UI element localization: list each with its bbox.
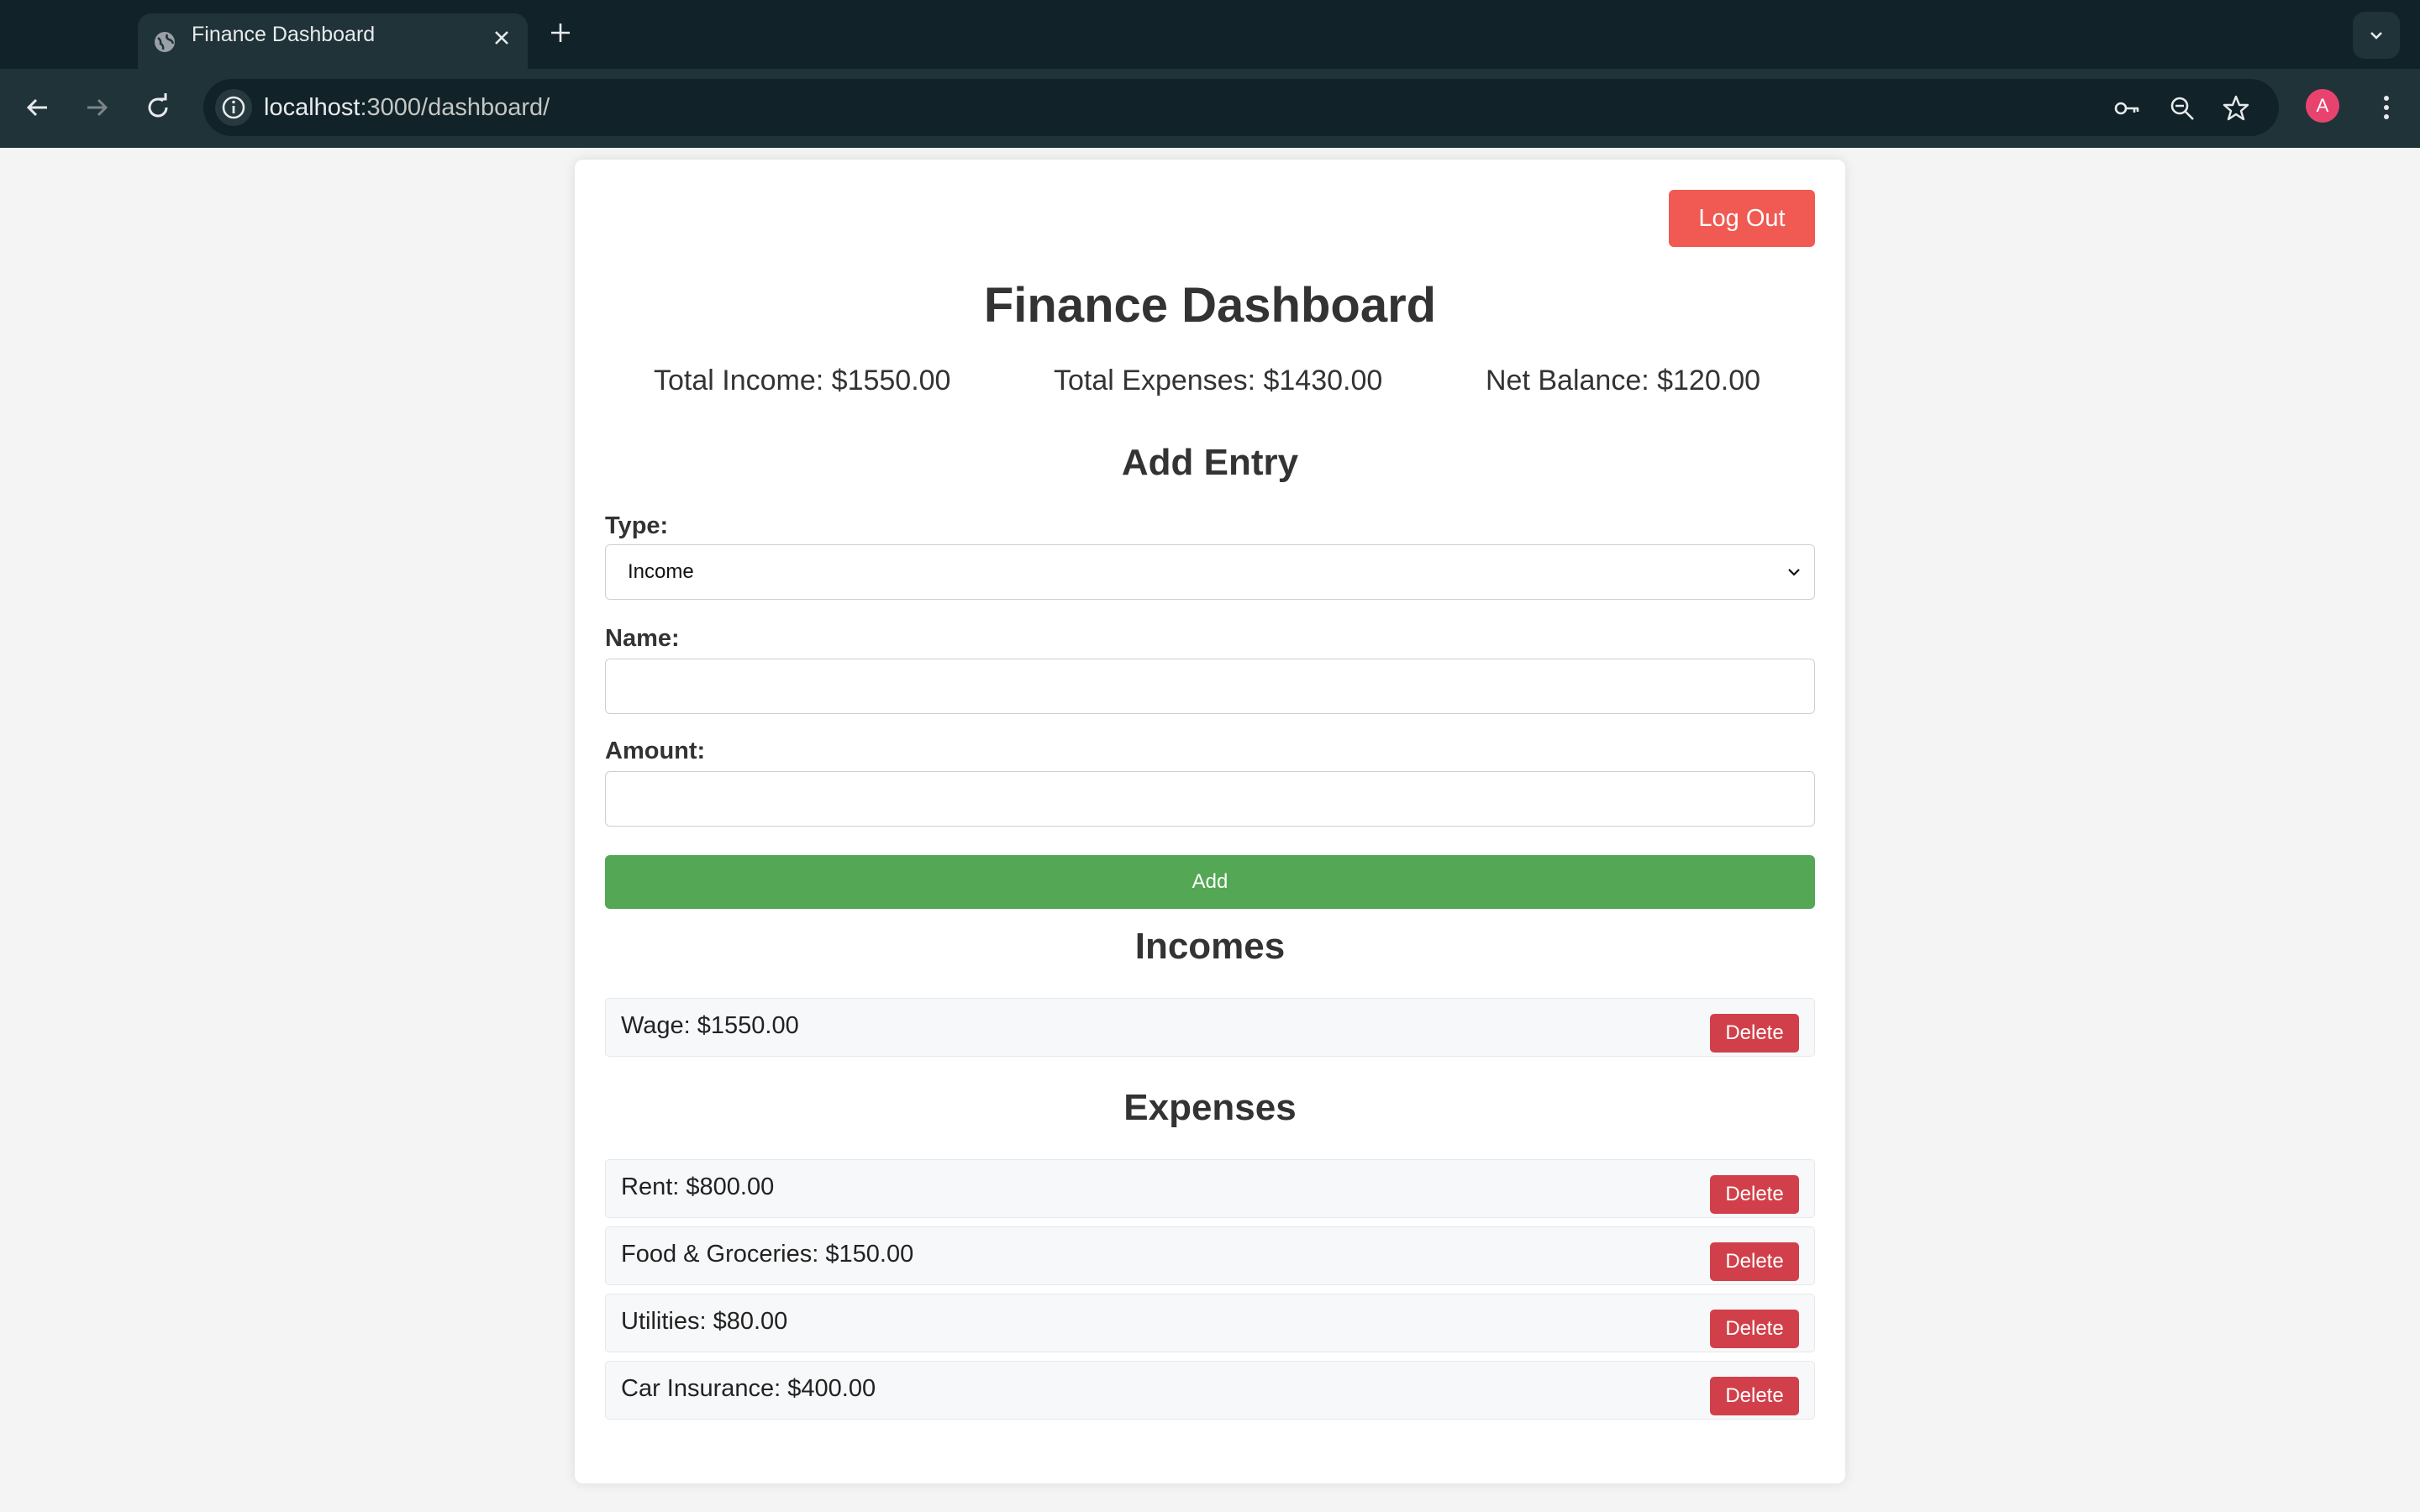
- reload-icon[interactable]: [141, 91, 175, 124]
- expense-item-text: Utilities: $80.00: [621, 1308, 788, 1335]
- close-tab-icon[interactable]: [491, 27, 513, 49]
- type-select-value: Income: [628, 560, 694, 583]
- expense-item: Rent: $800.00 Delete: [605, 1159, 1815, 1218]
- net-balance: Net Balance: $120.00: [1486, 365, 1761, 396]
- chevron-down-icon: [1788, 569, 1800, 576]
- chevron-down-icon: [2370, 32, 2382, 39]
- browser-toolbar: localhost:3000/dashboard/ A: [0, 69, 2420, 148]
- key-icon[interactable]: [2112, 94, 2141, 123]
- expenses-heading: Expenses: [1123, 1087, 1297, 1128]
- page-viewport: Log Out Finance Dashboard Total Income: …: [0, 148, 2420, 1512]
- total-income: Total Income: $1550.00: [654, 365, 951, 396]
- expense-item: Car Insurance: $400.00 Delete: [605, 1361, 1815, 1420]
- expense-item: Utilities: $80.00 Delete: [605, 1294, 1815, 1352]
- type-label: Type:: [605, 512, 669, 539]
- dashboard-card: Log Out Finance Dashboard Total Income: …: [575, 160, 1845, 1483]
- expense-item: Food & Groceries: $150.00 Delete: [605, 1226, 1815, 1285]
- url-path: :3000/dashboard/: [360, 94, 550, 121]
- logout-button[interactable]: Log Out: [1669, 190, 1815, 247]
- url-text: localhost:3000/dashboard/: [264, 79, 550, 136]
- page-title: Finance Dashboard: [983, 278, 1437, 333]
- tab-search-button[interactable]: [2353, 12, 2400, 59]
- info-icon: [222, 96, 245, 119]
- amount-label: Amount:: [605, 738, 706, 764]
- address-bar[interactable]: localhost:3000/dashboard/: [203, 79, 2279, 136]
- new-tab-icon[interactable]: [548, 20, 573, 45]
- bookmark-star-icon[interactable]: [2222, 94, 2250, 123]
- browser-tabstrip: Finance Dashboard: [0, 0, 2420, 69]
- type-select[interactable]: Income: [605, 544, 1815, 600]
- incomes-heading: Incomes: [1134, 926, 1286, 967]
- delete-button[interactable]: Delete: [1710, 1242, 1799, 1281]
- name-input[interactable]: [605, 659, 1815, 714]
- browser-menu-icon[interactable]: [2370, 91, 2403, 124]
- add-button[interactable]: Add: [605, 855, 1815, 909]
- delete-button[interactable]: Delete: [1710, 1310, 1799, 1348]
- globe-icon: [155, 32, 175, 52]
- expense-item-text: Food & Groceries: $150.00: [621, 1241, 914, 1268]
- delete-button[interactable]: Delete: [1710, 1377, 1799, 1415]
- zoom-icon[interactable]: [2168, 94, 2196, 123]
- tab-title: Finance Dashboard: [192, 23, 376, 46]
- browser-tab[interactable]: Finance Dashboard: [138, 13, 528, 69]
- name-label: Name:: [605, 625, 680, 652]
- url-host: localhost: [264, 94, 360, 121]
- expense-item-text: Rent: $800.00: [621, 1173, 775, 1200]
- back-icon[interactable]: [20, 91, 54, 124]
- site-info-button[interactable]: [215, 89, 252, 126]
- forward-icon[interactable]: [81, 91, 114, 124]
- delete-button[interactable]: Delete: [1710, 1175, 1799, 1214]
- income-item: Wage: $1550.00 Delete: [605, 998, 1815, 1057]
- amount-input[interactable]: [605, 771, 1815, 827]
- add-entry-heading: Add Entry: [1121, 442, 1299, 483]
- profile-avatar[interactable]: A: [2306, 89, 2339, 123]
- expense-item-text: Car Insurance: $400.00: [621, 1375, 876, 1402]
- summary-row: Total Income: $1550.00 Total Expenses: $…: [575, 365, 1845, 402]
- delete-button[interactable]: Delete: [1710, 1014, 1799, 1053]
- income-item-text: Wage: $1550.00: [621, 1012, 799, 1039]
- total-expenses: Total Expenses: $1430.00: [1054, 365, 1383, 396]
